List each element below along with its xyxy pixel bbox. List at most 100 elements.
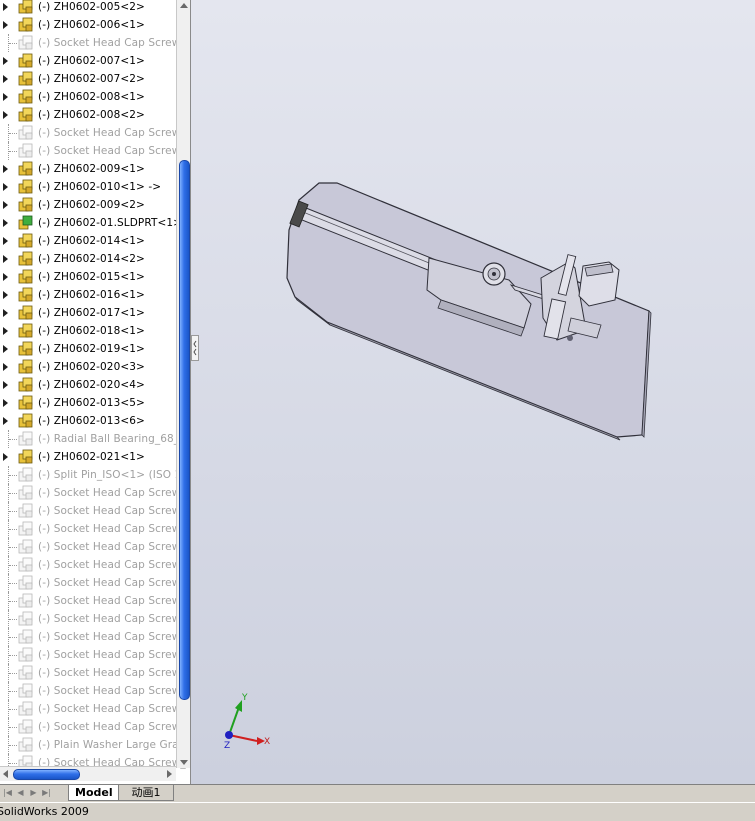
tree-item[interactable]: (-) Split Pin_ISO<1> (ISO 12 bbox=[0, 466, 188, 484]
expand-arrow-icon[interactable] bbox=[3, 75, 8, 83]
expand-arrow-icon[interactable] bbox=[3, 183, 8, 191]
tree-item[interactable]: (-) Socket Head Cap Screw_I bbox=[0, 34, 189, 52]
coordinate-triad: X Y Z bbox=[224, 693, 270, 751]
tree-item-label: (-) ZH0602-007<1> bbox=[38, 55, 145, 67]
tree-item[interactable]: (-) ZH0602-015<1> bbox=[0, 268, 176, 286]
tree-item[interactable]: (-) ZH0602-017<1> bbox=[0, 304, 176, 322]
tree-item[interactable]: (-) Socket Head Cap Screw_I bbox=[0, 574, 189, 592]
tree-item[interactable]: (-) ZH0602-016<1> bbox=[0, 286, 176, 304]
tree-item[interactable]: (-) ZH0602-010<1> -> bbox=[0, 178, 176, 196]
scroll-left-arrow-icon[interactable] bbox=[0, 768, 12, 780]
tree-item[interactable]: (-) Plain Washer Large Grade bbox=[0, 736, 190, 754]
prev-tab-icon[interactable]: ◀ bbox=[15, 787, 26, 799]
tree-item-label: (-) ZH0602-015<1> bbox=[38, 271, 145, 283]
tree-scroll-thumb[interactable] bbox=[179, 160, 190, 700]
expand-arrow-icon[interactable] bbox=[3, 273, 8, 281]
assembly-icon bbox=[17, 107, 35, 123]
tree-item[interactable]: (-) ZH0602-013<5> bbox=[0, 394, 176, 412]
expand-arrow-icon[interactable] bbox=[3, 345, 8, 353]
model-view[interactable]: X Y Z bbox=[191, 0, 755, 784]
tree-item[interactable]: (-) ZH0602-013<6> bbox=[0, 412, 176, 430]
tree-item[interactable]: (-) ZH0602-008<1> bbox=[0, 88, 176, 106]
expand-arrow-icon[interactable] bbox=[3, 291, 8, 299]
expand-arrow-icon[interactable] bbox=[3, 453, 8, 461]
tree-item[interactable]: (-) ZH0602-020<3> bbox=[0, 358, 176, 376]
tree-connector bbox=[9, 565, 17, 566]
splitter-grip-icon[interactable] bbox=[191, 335, 199, 361]
tree-connector bbox=[9, 493, 17, 494]
scroll-down-arrow-icon[interactable] bbox=[177, 756, 190, 768]
tree-item[interactable]: (-) Socket Head Cap Screw_I bbox=[0, 664, 189, 682]
tree-item[interactable]: (-) ZH0602-021<1> bbox=[0, 448, 176, 466]
expand-arrow-icon[interactable] bbox=[3, 363, 8, 371]
tree-item[interactable]: (-) Socket Head Cap Screw_I bbox=[0, 592, 189, 610]
tree-item[interactable]: (-) Socket Head Cap Screw_I bbox=[0, 124, 189, 142]
tree-item-label: (-) ZH0602-008<1> bbox=[38, 91, 145, 103]
expand-arrow-icon[interactable] bbox=[3, 381, 8, 389]
expand-arrow-icon[interactable] bbox=[3, 399, 8, 407]
assembly-icon bbox=[17, 341, 35, 357]
triad-y-label: Y bbox=[241, 693, 248, 703]
tree-item[interactable]: (-) Socket Head Cap Screw_I bbox=[0, 610, 189, 628]
tree-item[interactable]: (-) Socket Head Cap Screw_I bbox=[0, 556, 189, 574]
expand-arrow-icon[interactable] bbox=[3, 237, 8, 245]
tree-connector bbox=[9, 511, 17, 512]
tree-item[interactable]: (-) ZH0602-008<2> bbox=[0, 106, 176, 124]
scroll-up-arrow-icon[interactable] bbox=[177, 0, 190, 12]
expand-arrow-icon[interactable] bbox=[3, 417, 8, 425]
tree-item[interactable]: (-) ZH0602-009<2> bbox=[0, 196, 176, 214]
tree-connector bbox=[9, 475, 17, 476]
tree-item[interactable]: (-) ZH0602-01.SLDPRT<1> ( bbox=[0, 214, 190, 232]
tree-item[interactable]: (-) Socket Head Cap Screw_I bbox=[0, 628, 189, 646]
expand-arrow-icon[interactable] bbox=[3, 57, 8, 65]
expand-arrow-icon[interactable] bbox=[3, 21, 8, 29]
tree-item[interactable]: (-) ZH0602-018<1> bbox=[0, 322, 176, 340]
tree-item[interactable]: (-) ZH0602-014<2> bbox=[0, 250, 176, 268]
assembly-model[interactable] bbox=[286, 182, 652, 441]
tree-item[interactable]: (-) ZH0602-007<1> bbox=[0, 52, 176, 70]
tab-model[interactable]: Model bbox=[68, 785, 119, 801]
expand-arrow-icon[interactable] bbox=[3, 93, 8, 101]
expand-arrow-icon[interactable] bbox=[3, 165, 8, 173]
tree-item[interactable]: (-) Socket Head Cap Screw_I bbox=[0, 538, 189, 556]
graphics-viewport[interactable]: X Y Z bbox=[191, 0, 755, 784]
tree-item[interactable]: (-) Socket Head Cap Screw_I bbox=[0, 520, 189, 538]
tree-horizontal-scrollbar[interactable] bbox=[0, 766, 176, 781]
scroll-right-arrow-icon[interactable] bbox=[163, 768, 175, 780]
tree-item[interactable]: (-) Socket Head Cap Screw_I bbox=[0, 502, 189, 520]
tree-item[interactable]: (-) Socket Head Cap Screw_I bbox=[0, 682, 189, 700]
status-text: SolidWorks 2009 bbox=[0, 805, 89, 818]
tree-vertical-scrollbar[interactable] bbox=[176, 0, 190, 768]
tree-item[interactable]: (-) ZH0602-006<1> bbox=[0, 16, 176, 34]
tree-item[interactable]: (-) Radial Ball Bearing_68_ISO bbox=[0, 430, 190, 448]
suppressed-component-icon bbox=[17, 431, 35, 447]
tree-item[interactable]: (-) Socket Head Cap Screw_I bbox=[0, 700, 189, 718]
tree-item[interactable]: (-) ZH0602-014<1> bbox=[0, 232, 176, 250]
first-tab-icon[interactable]: |◀ bbox=[2, 787, 13, 799]
suppressed-component-icon bbox=[17, 683, 35, 699]
tree-item[interactable]: (-) ZH0602-020<4> bbox=[0, 376, 176, 394]
tree-item[interactable]: (-) Socket Head Cap Screw_I bbox=[0, 484, 189, 502]
expand-arrow-icon[interactable] bbox=[3, 201, 8, 209]
expand-arrow-icon[interactable] bbox=[3, 255, 8, 263]
tree-hscroll-thumb[interactable] bbox=[13, 769, 80, 780]
expand-arrow-icon[interactable] bbox=[3, 219, 8, 227]
last-tab-icon[interactable]: ▶| bbox=[41, 787, 52, 799]
expand-arrow-icon[interactable] bbox=[3, 309, 8, 317]
tree-item-label: (-) ZH0602-009<2> bbox=[38, 199, 145, 211]
tree-item[interactable]: (-) ZH0602-009<1> bbox=[0, 160, 176, 178]
tree-item[interactable]: (-) Socket Head Cap Screw_I bbox=[0, 142, 189, 160]
expand-arrow-icon[interactable] bbox=[3, 111, 8, 119]
tree-connector bbox=[9, 655, 17, 656]
tree-item[interactable]: (-) ZH0602-019<1> bbox=[0, 340, 176, 358]
tree-connector bbox=[9, 151, 17, 152]
tree-item[interactable]: (-) Socket Head Cap Screw_I bbox=[0, 718, 189, 736]
tab-animation[interactable]: 动画1 bbox=[118, 785, 174, 801]
tree-item[interactable]: (-) Socket Head Cap Screw_I bbox=[0, 646, 189, 664]
tree-item[interactable]: (-) ZH0602-005<2> bbox=[0, 0, 176, 16]
tree-item-label: (-) Plain Washer Large Grade bbox=[38, 739, 190, 751]
tree-item[interactable]: (-) ZH0602-007<2> bbox=[0, 70, 176, 88]
expand-arrow-icon[interactable] bbox=[3, 327, 8, 335]
expand-arrow-icon[interactable] bbox=[3, 3, 8, 11]
next-tab-icon[interactable]: ▶ bbox=[28, 787, 39, 799]
